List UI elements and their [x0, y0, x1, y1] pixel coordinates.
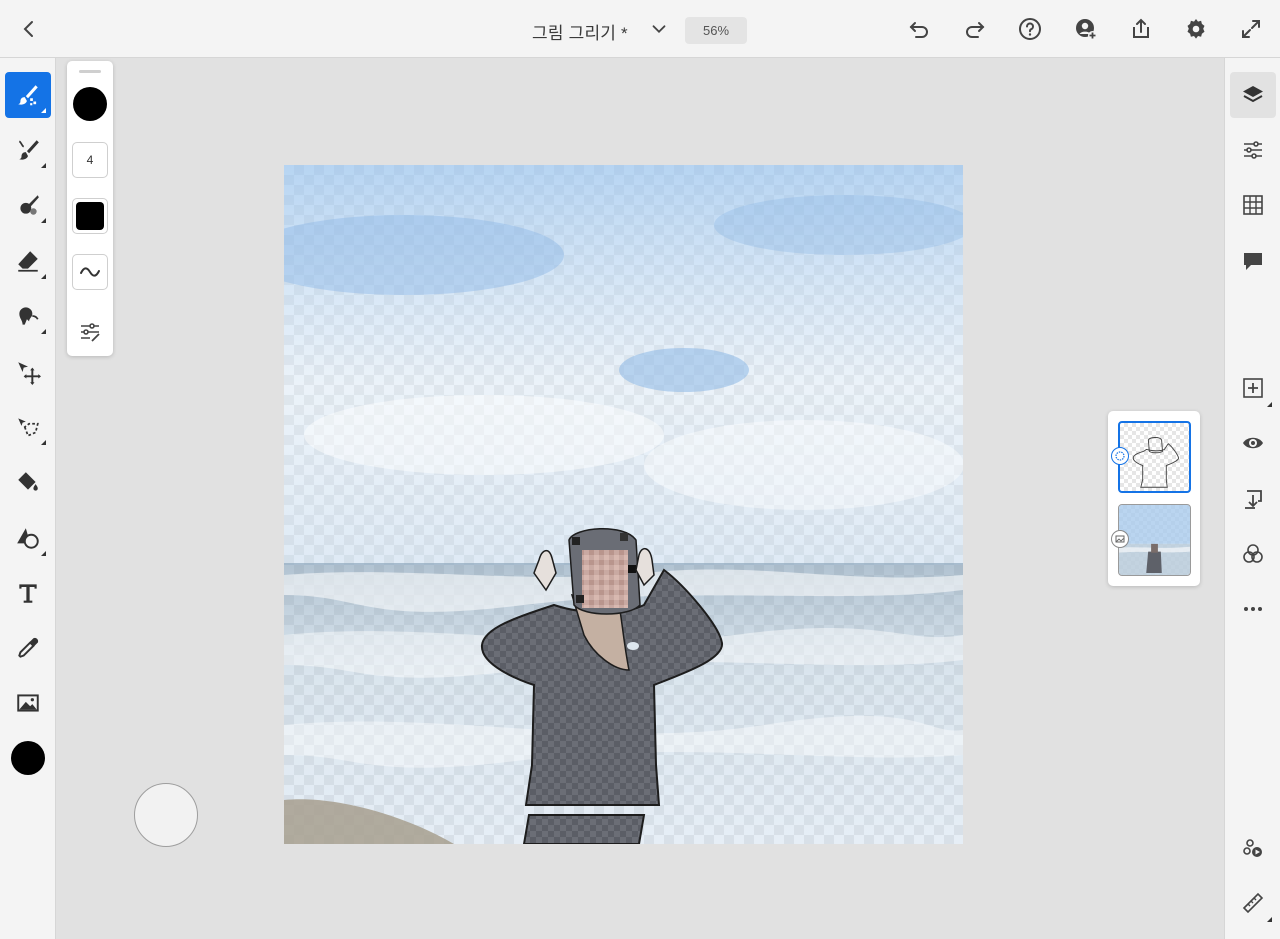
image-layer-badge-icon	[1111, 530, 1129, 548]
lasso-icon	[18, 418, 39, 437]
back-chevron-icon[interactable]	[14, 14, 44, 44]
layers-panel-button[interactable]	[1230, 72, 1276, 118]
layer-properties-button[interactable]	[1230, 127, 1276, 173]
primary-color-swatch[interactable]	[11, 741, 45, 775]
mixer-brush-icon	[20, 195, 39, 215]
merge-down-button[interactable]	[1230, 476, 1276, 522]
canvas-artwork	[284, 165, 963, 844]
image-icon	[17, 694, 39, 712]
blend-mode-button[interactable]	[1230, 531, 1276, 577]
place-image-tool[interactable]	[5, 680, 51, 726]
grid-button[interactable]	[1230, 182, 1276, 228]
smudge-tool[interactable]	[5, 293, 51, 339]
layers-panel	[1108, 411, 1200, 586]
pixel-brush-tool[interactable]	[5, 72, 51, 118]
comments-button[interactable]	[1230, 238, 1276, 284]
eraser-icon	[18, 251, 38, 272]
add-layer-icon	[1243, 378, 1263, 398]
invite-user-icon[interactable]	[1071, 14, 1101, 44]
brush-color-chip	[76, 202, 104, 230]
brush-settings-button[interactable]	[76, 318, 104, 346]
eyedropper-tool[interactable]	[5, 625, 51, 671]
text-icon	[19, 584, 37, 603]
eyedropper-icon	[18, 637, 39, 658]
layer-visibility-button[interactable]	[1230, 420, 1276, 466]
comment-icon	[1244, 253, 1262, 270]
panel-drag-handle[interactable]	[79, 70, 101, 73]
top-bar: 그림 그리기 * 56%	[0, 0, 1280, 58]
layer-drawing-preview	[1132, 437, 1180, 488]
share-icon[interactable]	[1126, 14, 1156, 44]
pixel-brush-icon	[18, 85, 38, 106]
brush-color-button[interactable]	[72, 198, 108, 234]
wave-icon	[80, 267, 100, 277]
sliders-icon	[81, 323, 100, 342]
lasso-tool[interactable]	[5, 404, 51, 450]
brush-properties-panel: 4	[67, 61, 113, 356]
zoom-level[interactable]: 56%	[685, 17, 747, 44]
add-layer-button[interactable]	[1230, 365, 1276, 411]
shapes-tool[interactable]	[5, 515, 51, 561]
left-toolbar	[0, 58, 56, 939]
brush-size-preview[interactable]	[73, 87, 107, 121]
document-title[interactable]: 그림 그리기 *	[532, 19, 628, 44]
shapes-icon	[17, 528, 39, 549]
fill-tool[interactable]	[5, 459, 51, 505]
layer-image-preview	[1119, 505, 1190, 575]
help-icon[interactable]	[1015, 14, 1045, 44]
fullscreen-icon[interactable]	[1236, 14, 1266, 44]
layers-icon	[1243, 86, 1263, 103]
brush-smoothing-button[interactable]	[72, 254, 108, 290]
more-options-button[interactable]	[1230, 586, 1276, 632]
pixel-layer-badge-icon	[1111, 447, 1129, 465]
touch-modifier-button[interactable]	[134, 783, 198, 847]
ruler-icon	[1242, 892, 1264, 914]
merge-down-icon	[1245, 490, 1262, 509]
redo-icon[interactable]	[960, 14, 990, 44]
brush-size-value[interactable]: 4	[72, 142, 108, 178]
more-dots-icon	[1244, 607, 1262, 611]
blend-circles-icon	[1243, 544, 1263, 563]
grid-icon	[1243, 195, 1263, 215]
eraser-tool[interactable]	[5, 238, 51, 284]
gear-icon[interactable]	[1181, 14, 1211, 44]
eye-icon	[1243, 437, 1263, 449]
ruler-button[interactable]	[1230, 880, 1276, 926]
right-toolbar	[1224, 58, 1280, 939]
text-tool[interactable]	[5, 570, 51, 616]
drawing-canvas[interactable]	[284, 165, 963, 844]
chevron-down-icon[interactable]	[648, 18, 670, 40]
move-tool[interactable]	[5, 349, 51, 395]
sliders-icon	[1244, 141, 1262, 159]
timelapse-icon	[1243, 839, 1262, 857]
mixer-brush-tool[interactable]	[5, 182, 51, 228]
move-icon	[18, 362, 41, 385]
smudge-icon	[19, 307, 39, 325]
undo-icon[interactable]	[904, 14, 934, 44]
live-brush-icon	[18, 140, 39, 160]
live-brush-tool[interactable]	[5, 127, 51, 173]
paint-bucket-icon	[18, 472, 38, 491]
timelapse-button[interactable]	[1230, 825, 1276, 871]
